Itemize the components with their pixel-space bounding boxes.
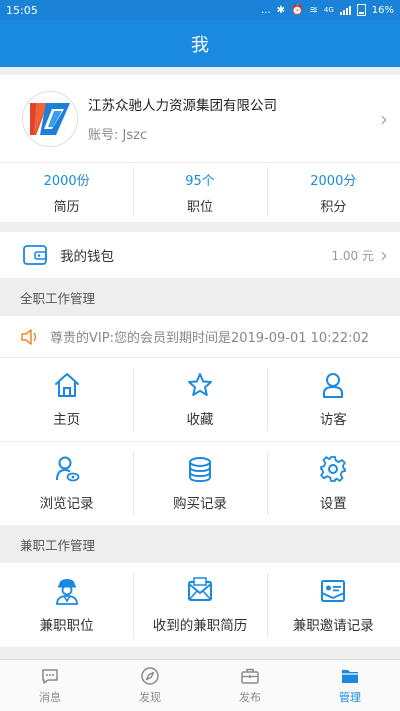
- wallet-icon: [23, 245, 47, 265]
- chat-icon: [42, 669, 58, 684]
- signal-icon: [339, 5, 351, 15]
- stat-points[interactable]: 2000分 积分: [266, 163, 400, 222]
- stat-resume[interactable]: 2000份 简历: [0, 163, 133, 222]
- parttime-section-title: 兼职工作管理: [0, 525, 400, 563]
- coins-icon: [188, 457, 211, 483]
- menu-received-resumes[interactable]: 收到的兼职简历: [133, 563, 266, 647]
- menu-settings[interactable]: 设置: [266, 442, 400, 525]
- stat-label: 简历: [53, 200, 80, 215]
- fulltime-grid: 主页 收藏 访客 浏览记录 购买记录 设置: [0, 357, 400, 525]
- menu-browse-history[interactable]: 浏览记录: [0, 442, 133, 525]
- stats-row: 2000份 简历 95个 职位 2000分 积分: [0, 162, 400, 222]
- stat-positions[interactable]: 95个 职位: [133, 163, 266, 222]
- battery-percent: 16%: [371, 4, 394, 16]
- tab-label: 消息: [39, 691, 61, 704]
- more-dots-icon: ...: [261, 4, 271, 16]
- status-time: 15:05: [6, 3, 38, 17]
- briefcase-icon: [241, 668, 259, 684]
- account-text: 账号: Jszc: [88, 128, 148, 143]
- menu-label: 收到的兼职简历: [152, 617, 248, 634]
- menu-parttime-positions[interactable]: 兼职职位: [0, 563, 133, 647]
- profile-card[interactable]: 江苏众驰人力资源集团有限公司 账号: Jszc ›: [0, 75, 400, 162]
- tab-publish[interactable]: 发布: [200, 660, 300, 711]
- page-title: 我: [191, 34, 209, 56]
- vip-notice-text: 尊贵的VIP:您的会员到期时间是2019-09-01 10:22:02: [50, 331, 370, 346]
- wifi-icon: ≋: [309, 4, 318, 16]
- worker-icon: [55, 578, 78, 605]
- menu-label: 访客: [319, 412, 347, 428]
- menu-label: 浏览记录: [39, 496, 94, 512]
- stat-value: 2000分: [310, 174, 357, 189]
- network-label: 4G: [323, 6, 334, 14]
- wallet-label: 我的钱包: [60, 249, 114, 265]
- stat-label: 职位: [186, 200, 213, 215]
- company-logo: [22, 90, 78, 147]
- star-icon: [187, 373, 212, 396]
- home-icon: [54, 373, 79, 397]
- stat-label: 积分: [320, 200, 347, 215]
- menu-label: 主页: [53, 412, 81, 428]
- compass-icon: [141, 667, 159, 685]
- menu-label: 设置: [319, 496, 347, 512]
- alarm-icon: ⏰: [291, 4, 304, 16]
- status-bar: 15:05 ... ✱ ⏰ ≋ 4G 16%: [0, 0, 400, 20]
- speaker-icon: [21, 328, 37, 345]
- visitor-icon: [323, 373, 344, 398]
- wallet-row[interactable]: 我的钱包 1.00 元 ›: [0, 232, 400, 278]
- header: 我: [0, 20, 400, 67]
- menu-purchase-records[interactable]: 购买记录: [133, 442, 266, 525]
- wallet-amount: 1.00 元: [331, 248, 374, 263]
- tab-discover[interactable]: 发现: [100, 660, 200, 711]
- tab-manage[interactable]: 管理: [300, 660, 400, 711]
- fulltime-section-title: 全职工作管理: [0, 278, 400, 316]
- tab-label: 发布: [239, 691, 261, 704]
- stat-value: 95个: [185, 174, 215, 189]
- menu-visitors[interactable]: 访客: [266, 358, 400, 441]
- gear-icon: [320, 456, 347, 482]
- tab-messages[interactable]: 消息: [0, 660, 100, 711]
- status-icons: ... ✱ ⏰ ≋ 4G 16%: [261, 4, 394, 16]
- bluetooth-icon: ✱: [276, 4, 286, 16]
- chevron-right-icon: ›: [380, 243, 388, 267]
- vip-notice: 尊贵的VIP:您的会员到期时间是2019-09-01 10:22:02: [0, 316, 400, 357]
- menu-label: 收藏: [186, 412, 214, 428]
- stat-value: 2000份: [43, 174, 90, 189]
- company-name: 江苏众驰人力资源集团有限公司: [88, 98, 277, 114]
- menu-label: 兼职邀请记录: [292, 617, 374, 634]
- menu-label: 购买记录: [172, 496, 227, 512]
- browse-history-icon: [55, 456, 80, 482]
- parttime-grid: 兼职职位 收到的兼职简历 兼职邀请记录: [0, 563, 400, 647]
- menu-label: 兼职职位: [39, 617, 94, 634]
- invite-card-icon: [321, 579, 346, 602]
- company-logo-icon: [30, 102, 70, 135]
- mail-icon: [187, 576, 212, 601]
- bottom-tab-bar: 消息 发现 发布 管理: [0, 659, 400, 711]
- tab-label: 管理: [339, 691, 361, 704]
- battery-icon: [356, 4, 366, 16]
- menu-invite-records[interactable]: 兼职邀请记录: [266, 563, 400, 647]
- chevron-right-icon: ›: [380, 106, 388, 131]
- folder-icon: [342, 670, 358, 683]
- menu-favorites[interactable]: 收藏: [133, 358, 266, 441]
- tab-label: 发现: [139, 691, 161, 704]
- menu-home[interactable]: 主页: [0, 358, 133, 441]
